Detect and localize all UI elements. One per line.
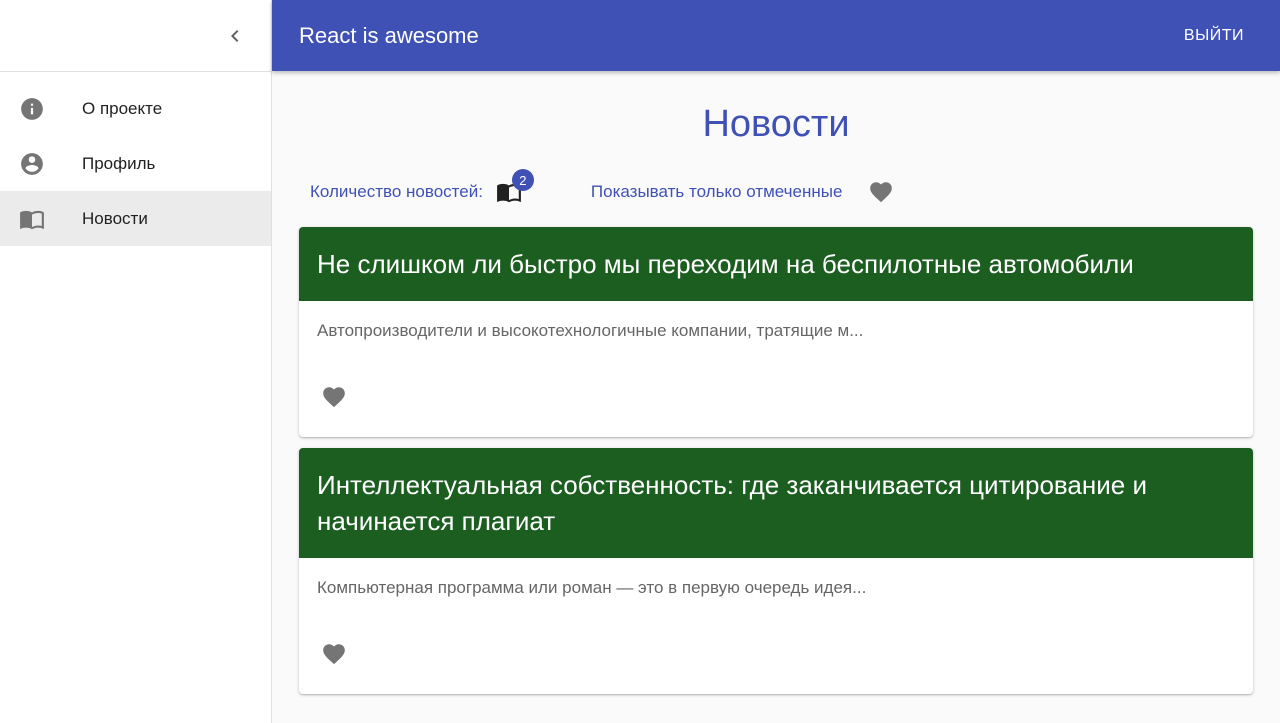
heart-icon [323,387,345,408]
main-content: Новости Количество новостей: 2 Показыват… [272,71,1280,723]
news-filters: Количество новостей: 2 Показывать только… [299,169,1253,207]
news-card-excerpt: Автопроизводители и высокотехнологичные … [317,321,864,340]
heart-icon [323,644,345,665]
favorite-button[interactable] [320,640,348,668]
account-circle-icon [19,151,45,177]
info-icon [19,96,45,122]
marked-filter-heart-button[interactable] [868,179,894,205]
sidebar-item-label: Новости [82,208,148,228]
news-card-excerpt: Компьютерная программа или роман — это в… [317,578,867,597]
news-card-title[interactable]: Не слишком ли быстро мы переходим на бес… [299,227,1253,301]
chevron-left-icon [231,30,239,42]
app-bar: React is awesome ВЫЙТИ [272,0,1280,71]
news-card: Не слишком ли быстро мы переходим на бес… [299,227,1253,437]
heart-icon [870,182,893,203]
sidebar-item-profile[interactable]: Профиль [0,136,271,191]
sidebar-item-news[interactable]: Новости [0,191,271,246]
sidebar-drawer: О проекте Профиль Новости [0,0,272,723]
news-card: Интеллектуальная собственность: где зака… [299,448,1253,694]
sidebar-item-label: Профиль [82,153,156,173]
book-open-icon [19,206,45,232]
news-card-title[interactable]: Интеллектуальная собственность: где зака… [299,448,1253,558]
news-count-indicator: 2 [495,169,534,205]
show-only-marked-toggle[interactable]: Показывать только отмеченные [591,182,843,202]
news-count-label: Количество новостей: [310,182,483,201]
collapse-drawer-button[interactable] [220,21,250,51]
app-title: React is awesome [299,22,479,48]
sidebar-nav: О проекте Профиль Новости [0,72,271,246]
news-count-badge: 2 [511,169,534,191]
news-card-actions [299,616,1253,694]
sidebar-item-about[interactable]: О проекте [0,81,271,136]
news-card-actions [299,359,1253,437]
drawer-header [0,0,271,72]
sidebar-item-label: О проекте [82,98,163,118]
favorite-button[interactable] [320,383,348,411]
page-title: Новости [702,103,850,145]
logout-button[interactable]: ВЫЙТИ [1184,27,1244,45]
